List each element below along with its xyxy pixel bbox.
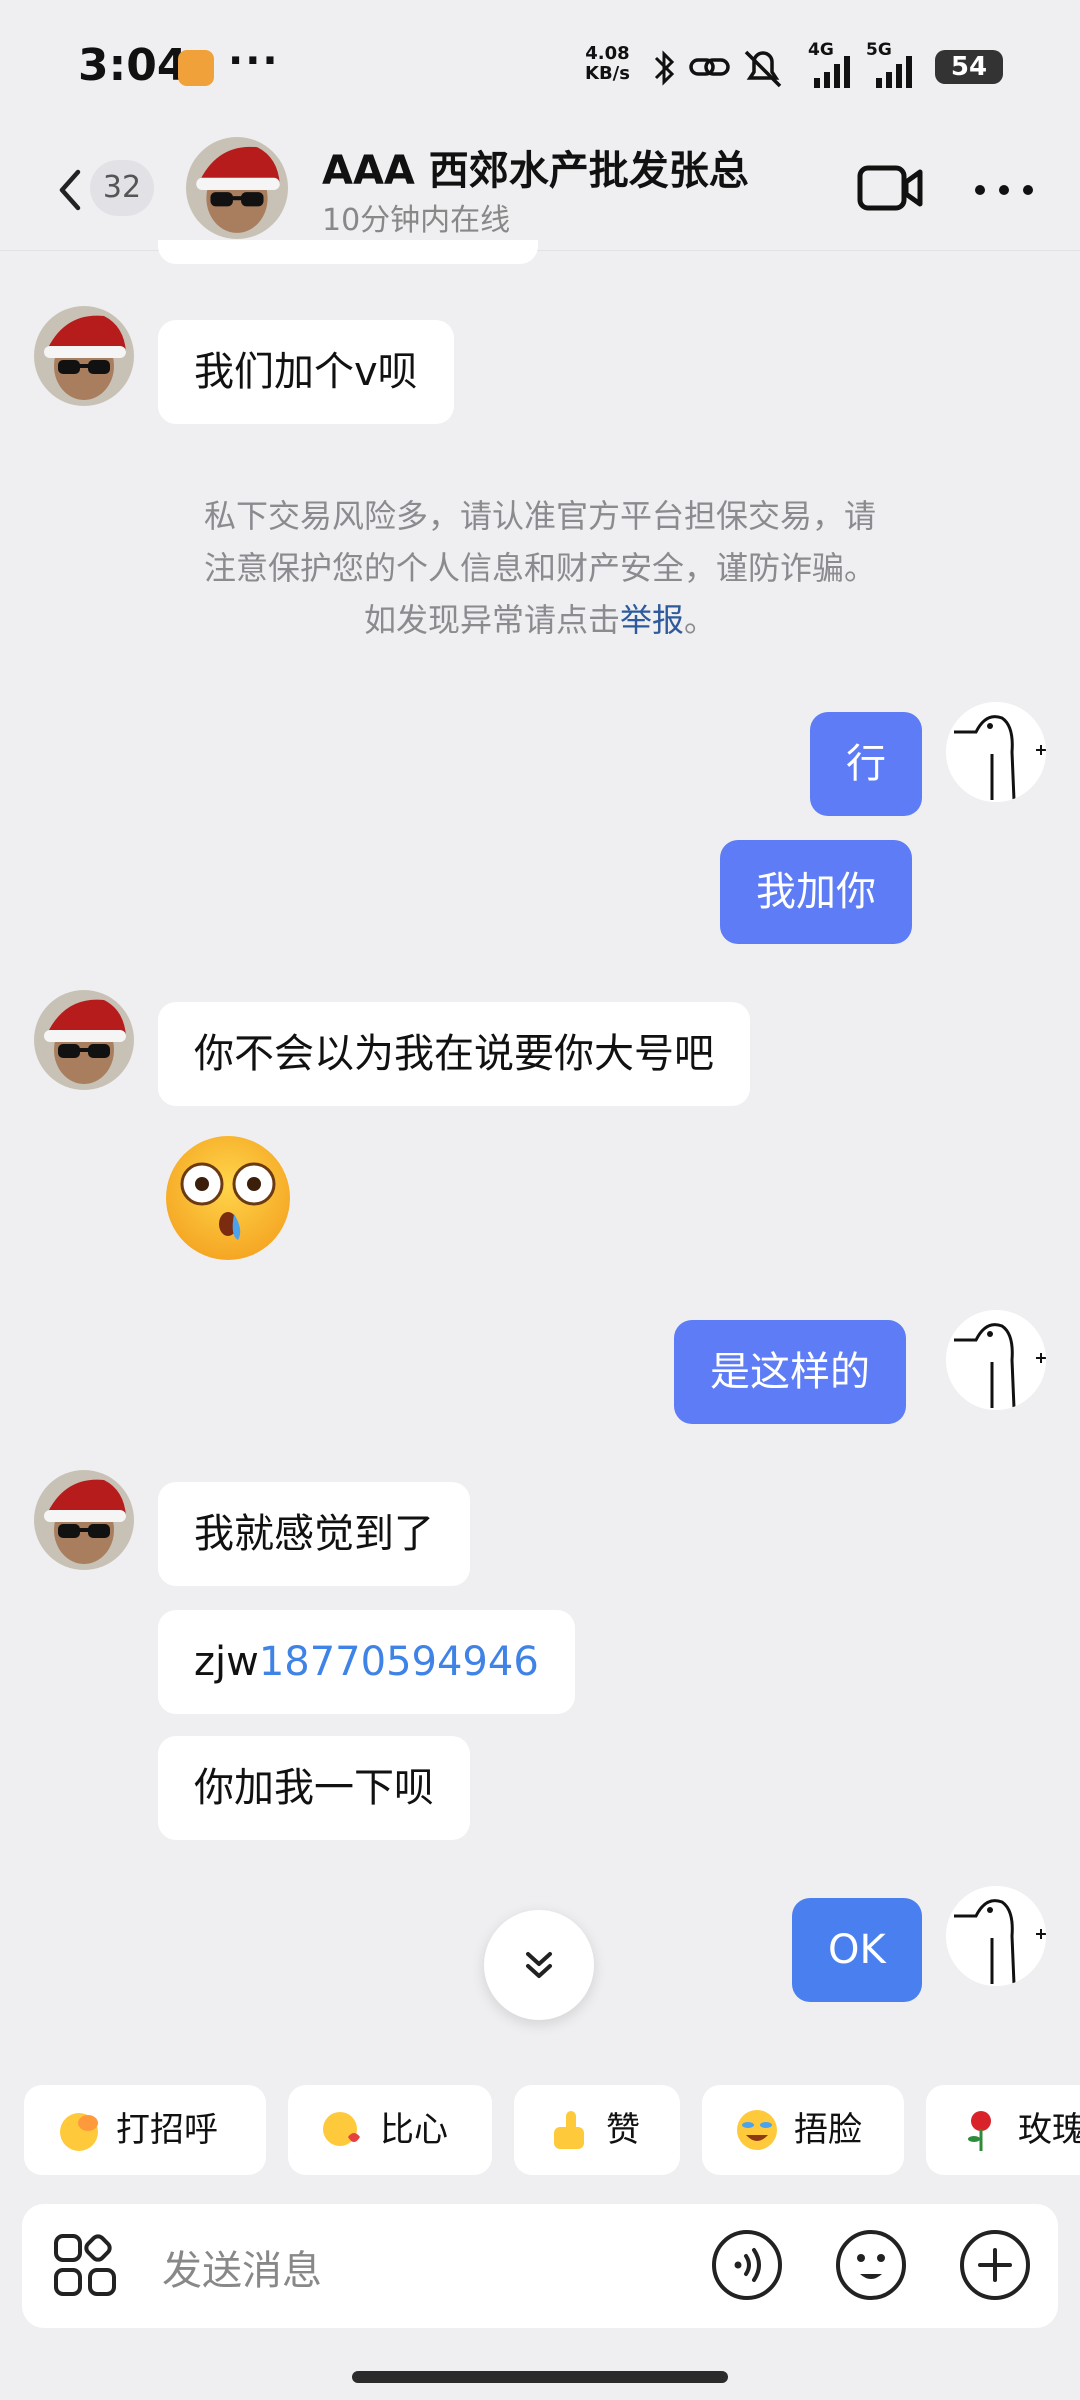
network-speed-unit: KB/s	[585, 63, 630, 84]
quick-reply-greet[interactable]: 打招呼	[24, 2085, 266, 2175]
battery-indicator: 54	[935, 50, 1003, 84]
video-call-icon[interactable]	[856, 160, 926, 216]
incoming-message[interactable]: 我们加个v呗	[158, 320, 454, 424]
my-avatar[interactable]	[946, 1310, 1046, 1410]
unread-count-badge[interactable]: 32	[90, 160, 154, 216]
signal-5g-icon	[876, 56, 912, 88]
more-options-icon[interactable]	[972, 180, 1036, 200]
message-input[interactable]: 发送消息	[162, 2238, 322, 2296]
outgoing-message[interactable]: OK	[792, 1898, 922, 2002]
mute-bell-icon	[744, 50, 782, 88]
security-notice-text: 私下交易风险多，请认准官方平台担保交易，请注意保护您的个人信息和财产安全，谨防诈…	[203, 497, 876, 639]
incoming-message[interactable]: 你加我一下呗	[158, 1736, 470, 1840]
penguin-sketch-icon	[946, 702, 1046, 802]
thumbs-up-emoji	[554, 2111, 584, 2149]
incoming-message[interactable]: 你不会以为我在说要你大号吧	[158, 1002, 750, 1106]
phone-number-link[interactable]: 18770594946	[259, 1639, 539, 1685]
bluetooth-icon	[654, 50, 675, 86]
security-notice-end: 。	[684, 601, 717, 639]
contact-avatar[interactable]	[34, 990, 134, 1090]
network-speed: 4.08 KB/s	[585, 44, 630, 84]
rose-emoji	[968, 2111, 991, 2151]
quick-reply-label: 捂脸	[794, 2110, 862, 2150]
contact-avatar[interactable]	[186, 137, 288, 239]
contact-online-status: 10分钟内在线	[322, 203, 511, 238]
quick-reply-label: 打招呼	[116, 2110, 218, 2150]
avatar-santa-icon	[186, 137, 288, 239]
app-notification-icon	[178, 50, 214, 86]
quick-reply-label: 比心	[380, 2110, 448, 2150]
wave-hand-emoji	[60, 2113, 98, 2151]
back-arrow-icon[interactable]	[50, 160, 90, 220]
status-more-indicator: ···	[228, 38, 280, 84]
outgoing-message[interactable]: 我加你	[720, 840, 912, 944]
heart-hands-emoji	[323, 2112, 360, 2146]
emoji-picker-icon[interactable]	[834, 2228, 908, 2302]
double-chevron-down-icon	[526, 1952, 552, 1978]
my-avatar[interactable]	[946, 1886, 1046, 1986]
penguin-sketch-icon	[946, 1886, 1046, 1986]
scroll-to-bottom-button[interactable]	[484, 1910, 594, 2020]
avatar-santa-icon	[34, 1470, 134, 1570]
home-indicator[interactable]	[352, 2371, 728, 2383]
incoming-message-with-number[interactable]: zjw18770594946	[158, 1610, 575, 1714]
outgoing-message[interactable]: 行	[810, 712, 922, 816]
message-text: zjw	[194, 1639, 259, 1685]
quick-reply-heart[interactable]: 比心	[288, 2085, 492, 2175]
apps-grid-icon[interactable]	[50, 2230, 120, 2300]
my-avatar[interactable]	[946, 702, 1046, 802]
quick-reply-label: 玫瑰	[1018, 2110, 1080, 2150]
security-notice: 私下交易风险多，请认准官方平台担保交易，请注意保护您的个人信息和财产安全，谨防诈…	[190, 490, 890, 646]
contact-name: AAA 西郊水产批发张总	[322, 148, 749, 194]
signal-4g-icon	[814, 56, 850, 88]
facepalm-emoji	[737, 2110, 777, 2150]
voice-input-icon[interactable]	[710, 2228, 784, 2302]
contact-avatar[interactable]	[34, 1470, 134, 1570]
network-speed-value: 4.08	[585, 43, 630, 64]
link-icon	[689, 58, 730, 76]
incoming-message[interactable]: 我就感觉到了	[158, 1482, 470, 1586]
avatar-santa-icon	[34, 306, 134, 406]
outgoing-message[interactable]: 是这样的	[674, 1320, 906, 1424]
quick-reply-like[interactable]: 赞	[514, 2085, 680, 2175]
avatar-santa-icon	[34, 990, 134, 1090]
quick-reply-facepalm[interactable]: 捂脸	[702, 2085, 904, 2175]
previous-message-bubble	[158, 240, 538, 264]
quick-reply-label: 赞	[606, 2110, 640, 2150]
contact-avatar[interactable]	[34, 306, 134, 406]
add-attachment-icon[interactable]	[958, 2228, 1032, 2302]
quick-reply-rose[interactable]: 玫瑰	[926, 2085, 1080, 2175]
penguin-sketch-icon	[946, 1310, 1046, 1410]
status-time: 3:04	[78, 40, 188, 91]
surprised-crying-emoji[interactable]	[158, 1132, 298, 1262]
report-link[interactable]: 举报	[620, 601, 684, 639]
